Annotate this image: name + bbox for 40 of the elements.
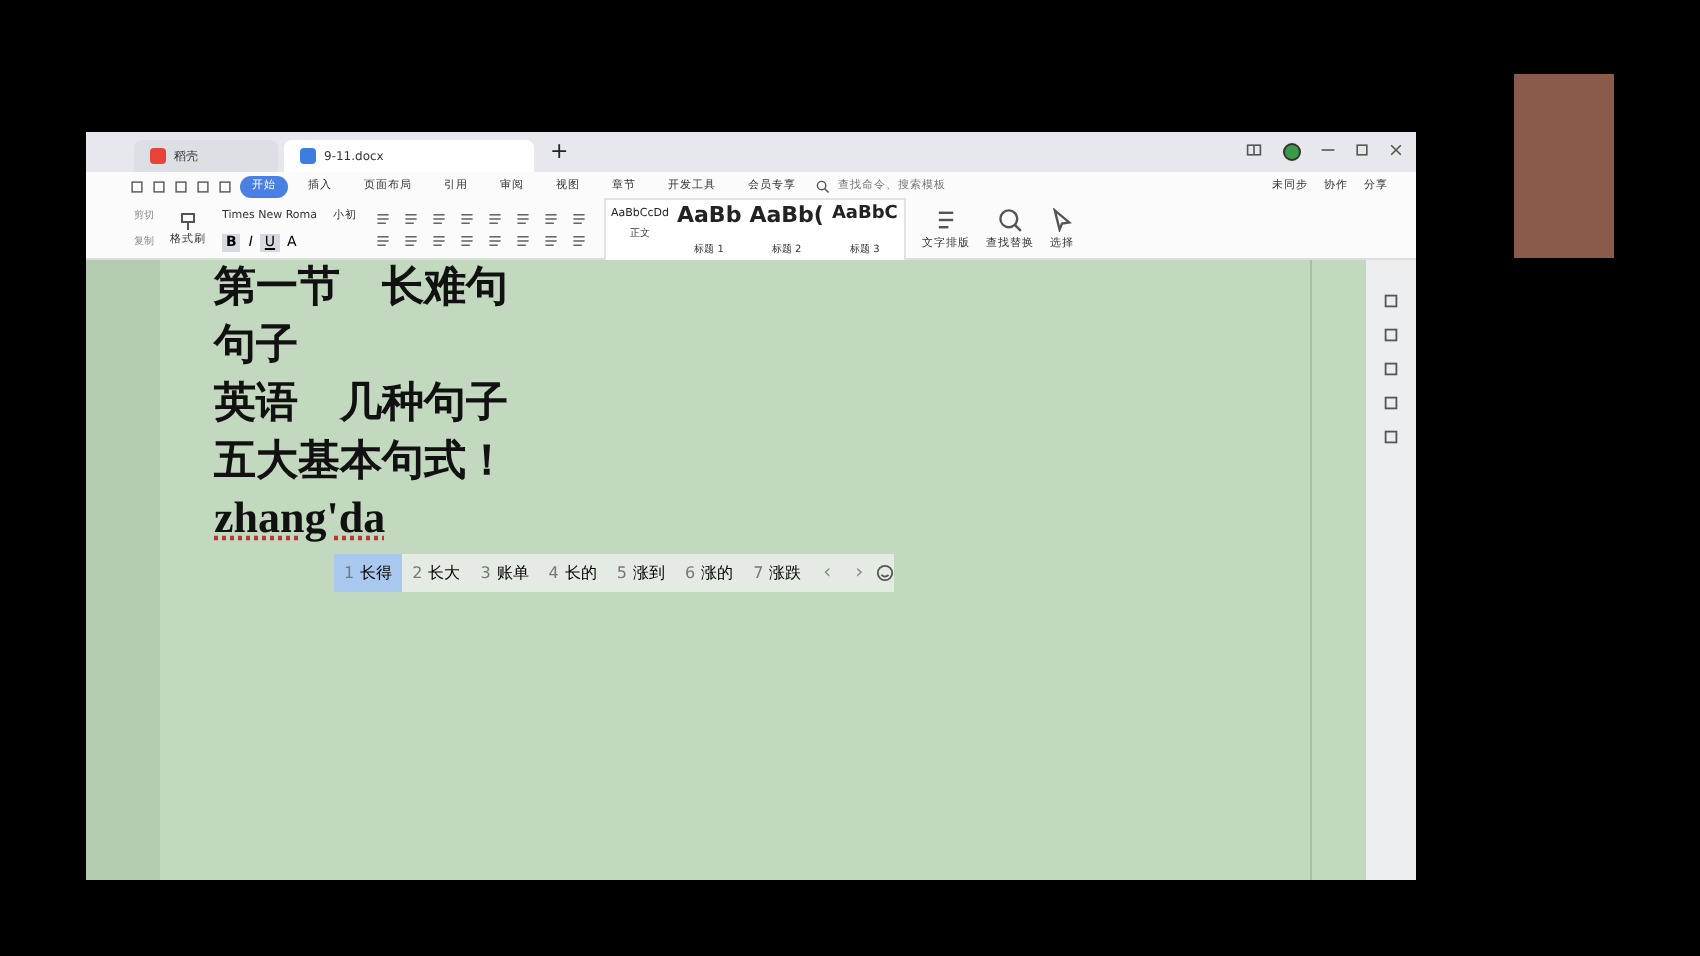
document-line: 英语 几种句子 bbox=[214, 374, 510, 430]
format-icon[interactable] bbox=[569, 212, 587, 226]
format-icon[interactable] bbox=[401, 234, 419, 248]
candidate-option[interactable]: 5 涨到 bbox=[606, 554, 675, 592]
format-icon[interactable] bbox=[457, 212, 475, 226]
document-line: 五大基本句式！ bbox=[214, 432, 510, 488]
format-icon[interactable] bbox=[541, 234, 559, 248]
format-icon[interactable] bbox=[513, 212, 531, 226]
candidate-option[interactable]: 6 涨的 bbox=[674, 554, 744, 592]
format-icon[interactable] bbox=[429, 212, 447, 226]
emoji-icon[interactable] bbox=[875, 564, 894, 582]
brush-icon bbox=[178, 211, 198, 232]
format-icon[interactable] bbox=[401, 212, 419, 226]
candidate-option[interactable]: 4 长的 bbox=[538, 554, 607, 592]
maximize-icon[interactable] bbox=[1354, 142, 1370, 158]
format-icon[interactable] bbox=[457, 234, 475, 248]
candidate-option[interactable]: 3 账单 bbox=[470, 554, 539, 592]
search-icon bbox=[997, 207, 1022, 232]
format-icon[interactable] bbox=[569, 234, 587, 248]
document-icon bbox=[300, 148, 316, 164]
avatar-icon[interactable] bbox=[1282, 142, 1302, 162]
format-icon[interactable] bbox=[541, 212, 559, 226]
document-line: 第一节 长难句 bbox=[214, 260, 510, 314]
format-icon[interactable] bbox=[373, 234, 391, 248]
format-icon[interactable] bbox=[429, 234, 447, 248]
search-icon bbox=[816, 180, 830, 194]
format-icon[interactable] bbox=[373, 212, 391, 226]
format-icon[interactable] bbox=[485, 234, 503, 248]
close-icon[interactable] bbox=[1388, 142, 1404, 158]
layout-icon[interactable] bbox=[1244, 142, 1264, 158]
composing-text: zhang'da bbox=[214, 490, 386, 546]
format-icon[interactable] bbox=[485, 212, 503, 226]
new-tab-button[interactable]: + bbox=[540, 133, 579, 171]
format-icon[interactable] bbox=[513, 234, 531, 248]
document-line: 句子 bbox=[214, 316, 300, 372]
text-layout-icon bbox=[933, 207, 958, 232]
candidate-option[interactable]: 2 长大 bbox=[402, 554, 471, 592]
logo-icon bbox=[150, 148, 166, 164]
candidate-option[interactable]: 7 涨跌 bbox=[743, 554, 812, 592]
candidate-option[interactable]: 1 长得 bbox=[334, 554, 403, 592]
